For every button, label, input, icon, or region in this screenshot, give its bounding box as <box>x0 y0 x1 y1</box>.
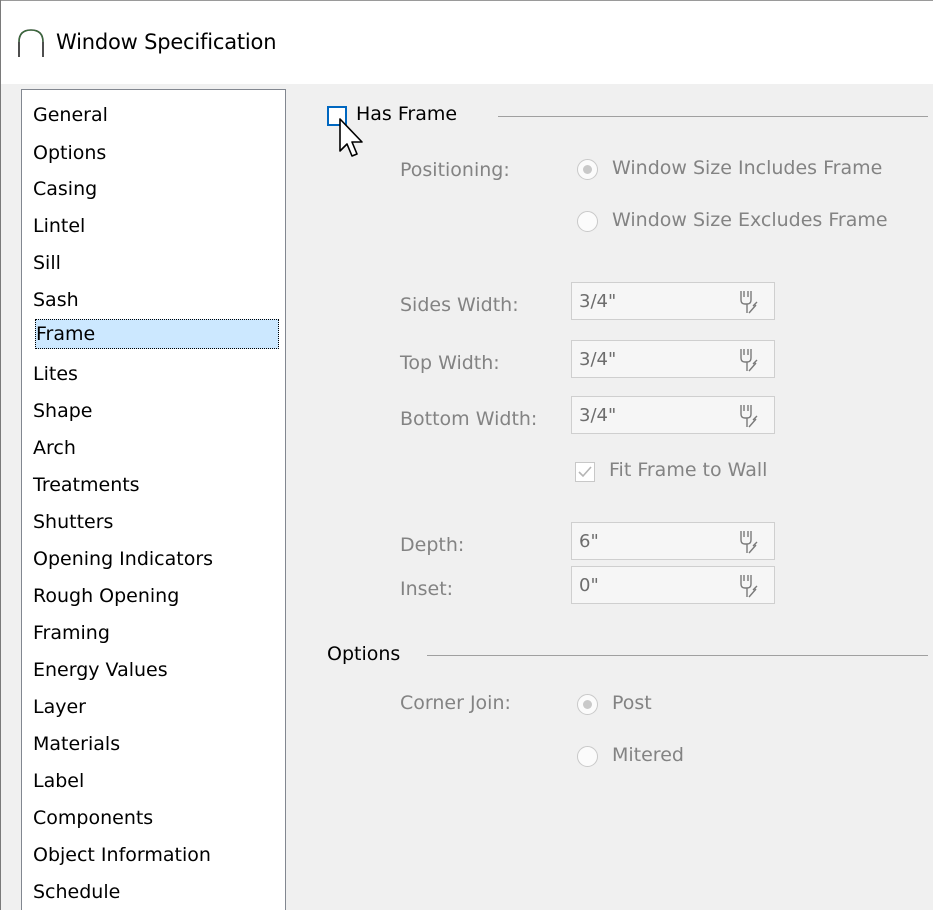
excludes-frame-radio[interactable] <box>577 211 598 232</box>
window-border-left <box>0 0 1 910</box>
corner-join-label: Corner Join: <box>400 692 511 714</box>
calculator-icon[interactable] <box>734 572 760 600</box>
checkmark-icon <box>578 466 592 478</box>
options-group-line <box>427 655 928 656</box>
list-item-shape[interactable]: Shape <box>33 396 93 426</box>
has-frame-label[interactable]: Has Frame <box>356 103 457 125</box>
list-item-lintel[interactable]: Lintel <box>33 211 85 241</box>
list-item-opening-indicators[interactable]: Opening Indicators <box>33 544 213 574</box>
window-title: Window Specification <box>56 30 277 54</box>
list-item-schedule[interactable]: Schedule <box>33 877 120 907</box>
mouse-cursor-icon <box>339 118 363 157</box>
list-item-shutters[interactable]: Shutters <box>33 507 113 537</box>
top-width-value[interactable]: 3/4" <box>579 349 616 370</box>
sides-width-field[interactable]: 3/4" <box>571 282 775 320</box>
list-item-general[interactable]: General <box>33 100 108 130</box>
list-item-rough-opening[interactable]: Rough Opening <box>33 581 179 611</box>
mitered-label[interactable]: Mitered <box>612 744 684 766</box>
fit-frame-label[interactable]: Fit Frame to Wall <box>609 459 767 481</box>
category-list[interactable]: General Options Casing Lintel Sill Sash … <box>21 89 286 910</box>
title-bar[interactable]: Window Specification <box>1 1 933 84</box>
sides-width-label: Sides Width: <box>400 294 519 316</box>
inset-field[interactable]: 0" <box>571 566 775 604</box>
bottom-width-value[interactable]: 3/4" <box>579 405 616 426</box>
calculator-icon[interactable] <box>734 528 760 556</box>
list-item-energy-values[interactable]: Energy Values <box>33 655 168 685</box>
bottom-width-field[interactable]: 3/4" <box>571 396 775 434</box>
arch-window-icon <box>18 29 44 57</box>
fit-frame-checkbox[interactable] <box>575 462 595 482</box>
post-label[interactable]: Post <box>612 692 652 714</box>
sides-width-value[interactable]: 3/4" <box>579 291 616 312</box>
includes-frame-radio[interactable] <box>577 159 598 180</box>
list-item-options[interactable]: Options <box>33 138 106 168</box>
list-item-layer[interactable]: Layer <box>33 692 86 722</box>
list-item-materials[interactable]: Materials <box>33 729 120 759</box>
positioning-label: Positioning: <box>400 159 510 181</box>
list-item-frame[interactable]: Frame <box>35 319 279 349</box>
window-specification-dialog: Window Specification General Options Cas… <box>0 0 933 910</box>
includes-frame-label[interactable]: Window Size Includes Frame <box>612 157 882 179</box>
list-item-arch[interactable]: Arch <box>33 433 76 463</box>
list-item-label[interactable]: Label <box>33 766 84 796</box>
bottom-width-label: Bottom Width: <box>400 408 538 430</box>
post-radio[interactable] <box>577 694 598 715</box>
excludes-frame-label[interactable]: Window Size Excludes Frame <box>612 209 888 231</box>
list-item-components[interactable]: Components <box>33 803 153 833</box>
list-item-treatments[interactable]: Treatments <box>33 470 140 500</box>
has-frame-group-line <box>498 116 928 117</box>
depth-field[interactable]: 6" <box>571 522 775 560</box>
list-item-lites[interactable]: Lites <box>33 359 78 389</box>
list-item-sill[interactable]: Sill <box>33 248 61 278</box>
list-item-object-information[interactable]: Object Information <box>33 840 211 870</box>
inset-label: Inset: <box>400 578 454 600</box>
list-item-sash[interactable]: Sash <box>33 285 79 315</box>
list-item-casing[interactable]: Casing <box>33 174 97 204</box>
list-item-framing[interactable]: Framing <box>33 618 110 648</box>
inset-value[interactable]: 0" <box>579 575 599 596</box>
depth-value[interactable]: 6" <box>579 531 599 552</box>
options-group-label: Options <box>327 643 401 665</box>
calculator-icon[interactable] <box>734 402 760 430</box>
calculator-icon[interactable] <box>734 288 760 316</box>
mitered-radio[interactable] <box>577 746 598 767</box>
calculator-icon[interactable] <box>734 346 760 374</box>
top-width-field[interactable]: 3/4" <box>571 340 775 378</box>
depth-label: Depth: <box>400 534 465 556</box>
top-width-label: Top Width: <box>400 352 500 374</box>
